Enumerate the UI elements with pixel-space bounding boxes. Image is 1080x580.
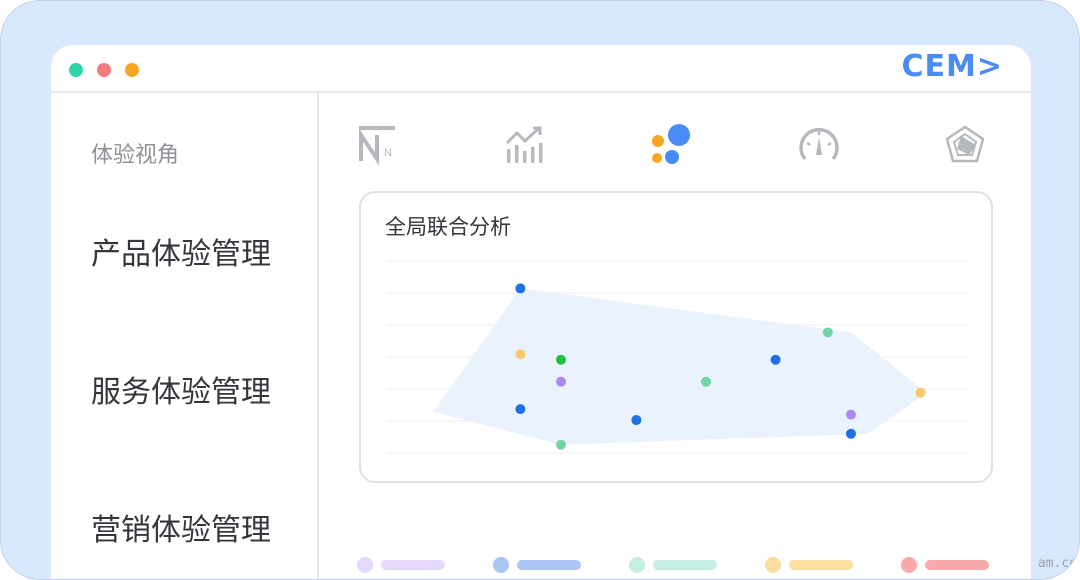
chart-legend bbox=[357, 555, 997, 575]
legend-label-placeholder bbox=[381, 560, 445, 570]
close-window-button[interactable] bbox=[69, 63, 83, 77]
minimize-window-button[interactable] bbox=[97, 63, 111, 77]
scatter-point[interactable] bbox=[556, 354, 566, 365]
svg-text:N: N bbox=[384, 147, 392, 159]
legend-dot bbox=[493, 557, 509, 573]
main-panel: N 全局联合分析 bbox=[319, 93, 1031, 579]
legend-dot bbox=[901, 557, 917, 573]
legend-dot bbox=[765, 557, 781, 573]
legend-item[interactable] bbox=[629, 555, 719, 575]
scatter-point[interactable] bbox=[846, 409, 856, 420]
scatter-point[interactable] bbox=[556, 376, 566, 387]
maximize-window-button[interactable] bbox=[125, 63, 139, 77]
tab-cluster-analysis[interactable] bbox=[649, 123, 693, 167]
tab-gauge[interactable] bbox=[797, 123, 841, 167]
scatter-point[interactable] bbox=[515, 349, 526, 360]
sidebar-item-product-experience[interactable]: 产品体验管理 bbox=[91, 229, 271, 273]
legend-label-placeholder bbox=[925, 560, 989, 570]
legend-item[interactable] bbox=[901, 555, 991, 575]
scatter-point[interactable] bbox=[846, 428, 856, 439]
legend-item[interactable] bbox=[357, 555, 447, 575]
sidebar-item-service-experience[interactable]: 服务体验管理 bbox=[91, 367, 271, 411]
sidebar-heading: 体验视角 bbox=[91, 143, 180, 168]
scatter-point[interactable] bbox=[915, 387, 926, 398]
tab-nps[interactable]: N bbox=[357, 123, 401, 167]
cluster-area bbox=[433, 288, 927, 445]
legend-label-placeholder bbox=[789, 560, 853, 570]
legend-dot bbox=[357, 557, 373, 573]
scatter-point[interactable] bbox=[701, 376, 711, 387]
app-background: CEM> 体验视角 产品体验管理 服务体验管理 营销体验管理 N 全局联合分析 … bbox=[0, 0, 1080, 580]
scatter-point[interactable] bbox=[556, 439, 566, 450]
nps-icon: N bbox=[359, 126, 395, 166]
bubble-cluster-icon bbox=[652, 124, 690, 164]
scatter-point[interactable] bbox=[770, 354, 781, 365]
scatter-point[interactable] bbox=[822, 327, 833, 338]
app-window: CEM> 体验视角 产品体验管理 服务体验管理 营销体验管理 N 全局联合分析 bbox=[51, 45, 1031, 579]
legend-label-placeholder bbox=[517, 560, 581, 570]
legend-dot bbox=[629, 557, 645, 573]
legend-item[interactable] bbox=[765, 555, 855, 575]
tab-radar[interactable] bbox=[943, 123, 987, 167]
gauge-icon bbox=[799, 128, 839, 161]
tab-trend[interactable] bbox=[503, 123, 547, 167]
scatter-point[interactable] bbox=[515, 283, 526, 294]
trend-chart-icon bbox=[505, 126, 543, 163]
legend-item[interactable] bbox=[493, 555, 583, 575]
radar-icon bbox=[945, 125, 985, 163]
legend-label-placeholder bbox=[653, 560, 717, 570]
scatter-point[interactable] bbox=[515, 404, 526, 415]
brand-logo: CEM> bbox=[901, 49, 1003, 84]
analysis-card: 全局联合分析 bbox=[359, 191, 993, 483]
title-bar: CEM> bbox=[51, 45, 1031, 93]
watermark: am.co bbox=[1037, 556, 1077, 571]
scatter-point[interactable] bbox=[631, 415, 642, 426]
sidebar: 体验视角 产品体验管理 服务体验管理 营销体验管理 bbox=[51, 93, 319, 579]
sidebar-item-marketing-experience[interactable]: 营销体验管理 bbox=[91, 505, 271, 549]
scatter-chart bbox=[387, 260, 967, 454]
